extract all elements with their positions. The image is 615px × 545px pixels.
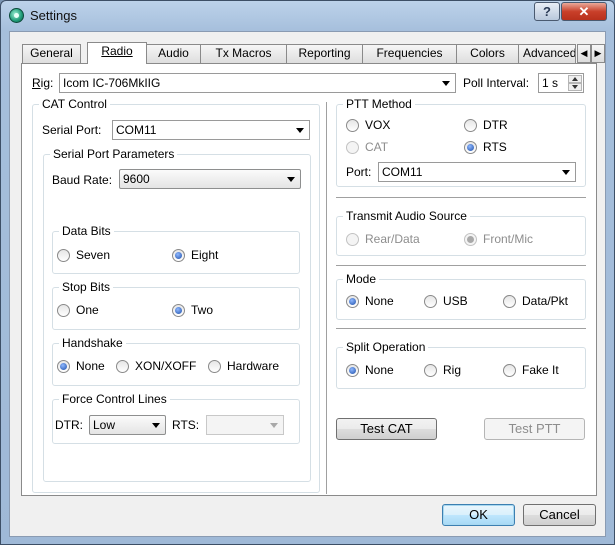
dtr-select[interactable]: Low — [89, 415, 166, 435]
data-bits-group: Data Bits Seven Eight — [52, 224, 300, 274]
window-title: Settings — [30, 8, 77, 23]
split-operation-title: Split Operation — [343, 340, 429, 354]
vertical-divider — [326, 102, 327, 494]
chevron-down-icon — [152, 423, 160, 428]
chevron-down-icon — [296, 128, 304, 133]
ptt-method-group: PTT Method VOX DTR CAT RTS Port: COM11 — [336, 97, 586, 187]
tab-scroll-right-icon[interactable]: ▶ — [591, 44, 605, 63]
chevron-down-icon — [442, 81, 450, 86]
ptt-port-label: Port: — [346, 165, 372, 179]
force-control-lines-group: Force Control Lines DTR: Low RTS: — [52, 392, 300, 444]
mode-group: Mode None USB Data/Pkt — [336, 272, 586, 320]
tab-scroll-left-icon[interactable]: ◀ — [577, 44, 591, 63]
tab-reporting[interactable]: Reporting — [286, 44, 363, 63]
spin-down-icon[interactable] — [568, 83, 582, 91]
transmit-audio-source-group: Transmit Audio Source Rear/Data Front/Mi… — [336, 209, 586, 256]
mode-title: Mode — [343, 272, 380, 286]
serial-port-label: Serial Port: — [42, 123, 102, 137]
rts-select[interactable] — [206, 415, 284, 435]
poll-interval-label: Poll Interval: — [463, 76, 530, 90]
help-button[interactable]: ? — [534, 2, 560, 21]
poll-interval-spinbox[interactable]: 1 s — [538, 73, 584, 93]
force-control-lines-title: Force Control Lines — [59, 392, 170, 406]
chevron-down-icon — [562, 170, 570, 175]
cat-control-group: CAT Control Serial Port: COM11 Serial Po… — [32, 97, 320, 493]
divider — [336, 197, 586, 198]
tab-audio[interactable]: Audio — [146, 44, 201, 63]
stop-bits-group: Stop Bits One Two — [52, 280, 300, 330]
serial-port-select[interactable]: COM11 — [112, 120, 310, 140]
tab-advanced[interactable]: Advanced — [518, 44, 576, 63]
title-bar[interactable]: Settings ? ✕ — [1, 1, 614, 29]
stop-bits-title: Stop Bits — [59, 280, 114, 294]
tab-radio[interactable]: Radio — [87, 42, 147, 64]
serial-port-parameters-title: Serial Port Parameters — [50, 147, 178, 161]
radio-tab-panel: Rig: Icom IC-706MkIIG Poll Interval: 1 s… — [21, 63, 597, 496]
baud-rate-label: Baud Rate: — [52, 173, 113, 187]
tab-colors[interactable]: Colors — [456, 44, 519, 63]
divider — [336, 328, 586, 329]
tab-general[interactable]: General — [22, 44, 81, 63]
cancel-button[interactable]: Cancel — [523, 504, 596, 526]
tab-tx-macros[interactable]: Tx Macros — [200, 44, 287, 63]
serial-port-parameters-group: Serial Port Parameters Baud Rate: 9600 D… — [43, 147, 311, 482]
rts-label: RTS: — [172, 418, 200, 432]
settings-window: Settings ? ✕ General Radio Audio Tx Macr… — [0, 0, 615, 545]
rig-select[interactable]: Icom IC-706MkIIG — [59, 73, 456, 93]
test-cat-button[interactable]: Test CAT — [336, 418, 437, 440]
ok-button[interactable]: OK — [442, 504, 515, 526]
tab-frequencies[interactable]: Frequencies — [362, 44, 457, 63]
ptt-port-select[interactable]: COM11 — [378, 162, 576, 182]
handshake-title: Handshake — [59, 336, 126, 350]
dtr-label: DTR: — [55, 418, 83, 432]
cat-control-title: CAT Control — [39, 97, 110, 111]
baud-rate-select[interactable]: 9600 — [119, 169, 301, 189]
divider — [336, 265, 586, 266]
dialog-client: General Radio Audio Tx Macros Reporting … — [9, 31, 606, 537]
transmit-audio-source-title: Transmit Audio Source — [343, 209, 470, 223]
app-logo-icon — [9, 8, 24, 23]
data-bits-title: Data Bits — [59, 224, 114, 238]
split-operation-group: Split Operation None Rig Fake It — [336, 340, 586, 389]
close-button[interactable]: ✕ — [561, 2, 607, 21]
chevron-down-icon — [270, 423, 278, 428]
ptt-method-title: PTT Method — [343, 97, 415, 111]
chevron-down-icon — [287, 177, 295, 182]
spin-up-icon[interactable] — [568, 75, 582, 83]
test-ptt-button[interactable]: Test PTT — [484, 418, 585, 440]
handshake-group: Handshake None XON/XOFF Hardware — [52, 336, 300, 386]
rig-label: Rig: — [32, 76, 54, 90]
